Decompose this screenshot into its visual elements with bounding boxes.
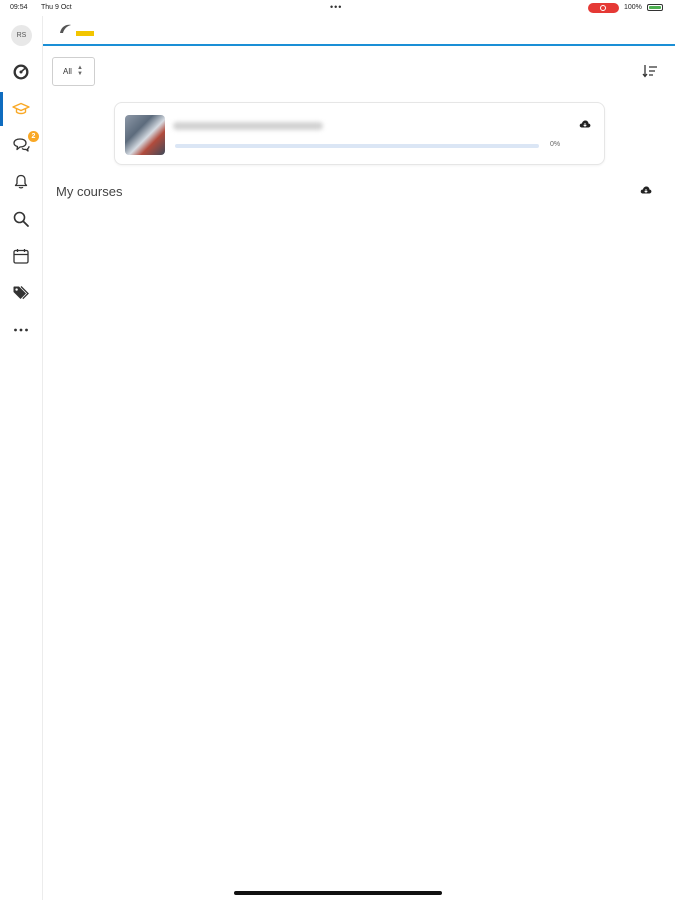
cloud-download-icon[interactable]: [640, 185, 652, 195]
site-logo-icon[interactable]: [58, 23, 100, 37]
chevron-up-down-icon: ▲ ▼: [77, 65, 83, 77]
home-indicator[interactable]: [234, 891, 442, 895]
active-indicator: [0, 92, 3, 126]
battery-percentage: 100%: [624, 4, 642, 11]
sidebar: RS 2: [0, 16, 43, 900]
course-filter-select[interactable]: All ▲ ▼: [52, 57, 95, 86]
sidebar-item-dashboard[interactable]: [0, 58, 43, 86]
course-card[interactable]: 0%: [114, 102, 605, 165]
sort-button[interactable]: [642, 63, 662, 79]
search-icon: [13, 211, 29, 227]
sidebar-item-search[interactable]: [0, 205, 43, 233]
sidebar-item-calendar[interactable]: [0, 242, 43, 270]
sidebar-item-notifications[interactable]: [0, 168, 43, 196]
filter-selected-value: All: [63, 67, 72, 76]
header: [43, 16, 675, 46]
multitasking-dots-icon[interactable]: •••: [330, 2, 342, 12]
sidebar-item-more[interactable]: [0, 316, 43, 344]
screen-recording-icon[interactable]: [588, 3, 619, 13]
course-progress-bar: [175, 144, 539, 148]
cloud-download-icon[interactable]: [579, 119, 591, 129]
sidebar-item-messages[interactable]: 2: [0, 131, 43, 159]
status-time: 09:54: [10, 4, 28, 11]
status-date: Thu 9 Oct: [41, 4, 72, 11]
course-thumbnail: [125, 115, 165, 155]
status-bar: 09:54 Thu 9 Oct ••• 100%: [0, 0, 675, 16]
avatar[interactable]: RS: [11, 25, 32, 46]
tags-icon: [13, 286, 29, 300]
more-horizontal-icon: [14, 328, 28, 332]
dashboard-icon: [13, 64, 29, 80]
sort-icon: [642, 65, 657, 78]
course-progress-label: 0%: [550, 141, 561, 148]
messages-badge: 2: [28, 131, 39, 142]
chat-bubbles-icon: [13, 138, 30, 152]
battery-icon: [647, 4, 663, 11]
course-title-blurred: [173, 122, 323, 130]
sidebar-item-my-courses[interactable]: [0, 92, 43, 126]
calendar-icon: [13, 249, 29, 264]
graduation-cap-icon: [12, 102, 30, 115]
bell-icon: [14, 174, 28, 189]
sidebar-item-tags[interactable]: [0, 279, 43, 307]
section-title: My courses: [56, 184, 123, 199]
